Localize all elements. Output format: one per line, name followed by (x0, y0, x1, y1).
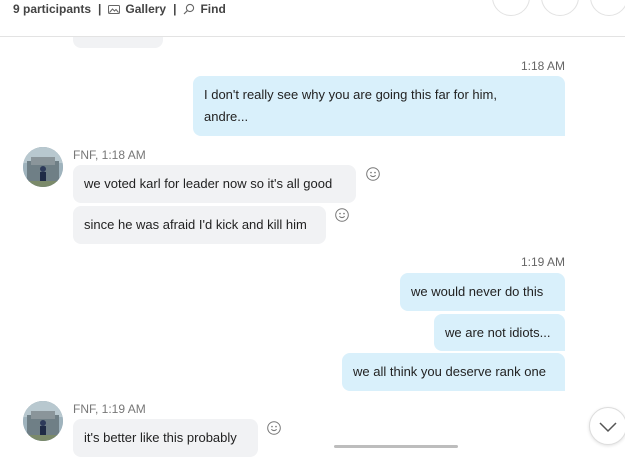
find-label: Find (200, 2, 226, 16)
participants-link[interactable]: 9 participants (13, 2, 91, 16)
header-more-button[interactable] (590, 0, 625, 16)
outgoing-message-bubble[interactable]: I don't really see why you are going thi… (193, 76, 565, 136)
incoming-message-bubble[interactable]: it's better like this probably (73, 419, 258, 457)
search-icon (184, 3, 195, 15)
avatar[interactable] (23, 401, 63, 441)
separator: | (173, 2, 177, 16)
header-info: 9 participants | Gallery | Find (13, 2, 226, 16)
sender-label: FNF, 1:19 AM (73, 402, 146, 416)
message-text-line: andre... (204, 109, 249, 124)
header-call-button[interactable] (492, 0, 530, 16)
message-text: we voted karl for leader now so it's all… (84, 176, 333, 191)
gallery-button[interactable]: Gallery (108, 2, 166, 16)
outgoing-message-bubble[interactable]: we would never do this (400, 273, 565, 311)
smiley-icon[interactable] (267, 421, 281, 435)
conversation-header: 9 participants | Gallery | Find (0, 0, 625, 37)
find-button[interactable]: Find (183, 2, 226, 16)
message-text: we would never do this (411, 284, 544, 299)
scroll-to-bottom-button[interactable] (589, 407, 625, 445)
outgoing-message-bubble[interactable]: we are not idiots... (434, 314, 565, 351)
smiley-icon[interactable] (335, 208, 349, 222)
incoming-message-bubble[interactable]: we voted karl for leader now so it's all… (73, 165, 356, 203)
message-text: it's better like this probably (84, 430, 237, 445)
header-add-button[interactable] (541, 0, 579, 16)
chevron-down-icon (599, 422, 617, 433)
message-text: we all think you deserve rank one (353, 364, 546, 379)
message-timestamp: 1:18 AM (520, 59, 565, 73)
outgoing-message-bubble[interactable]: we all think you deserve rank one (342, 353, 565, 391)
separator: | (98, 2, 102, 16)
avatar-image (23, 401, 63, 441)
message-text: since he was afraid I'd kick and kill hi… (84, 217, 307, 232)
message-text: we are not idiots... (445, 325, 551, 340)
gallery-icon (108, 4, 121, 14)
avatar[interactable] (23, 147, 63, 187)
gallery-label: Gallery (125, 2, 167, 16)
message-text-line: I don't really see why you are going thi… (204, 87, 497, 102)
incoming-message-bubble[interactable]: since he was afraid I'd kick and kill hi… (73, 206, 326, 244)
avatar-image (23, 147, 63, 187)
message-timestamp: 1:19 AM (520, 255, 565, 269)
sender-label: FNF, 1:18 AM (73, 148, 146, 162)
smiley-icon[interactable] (366, 167, 380, 181)
